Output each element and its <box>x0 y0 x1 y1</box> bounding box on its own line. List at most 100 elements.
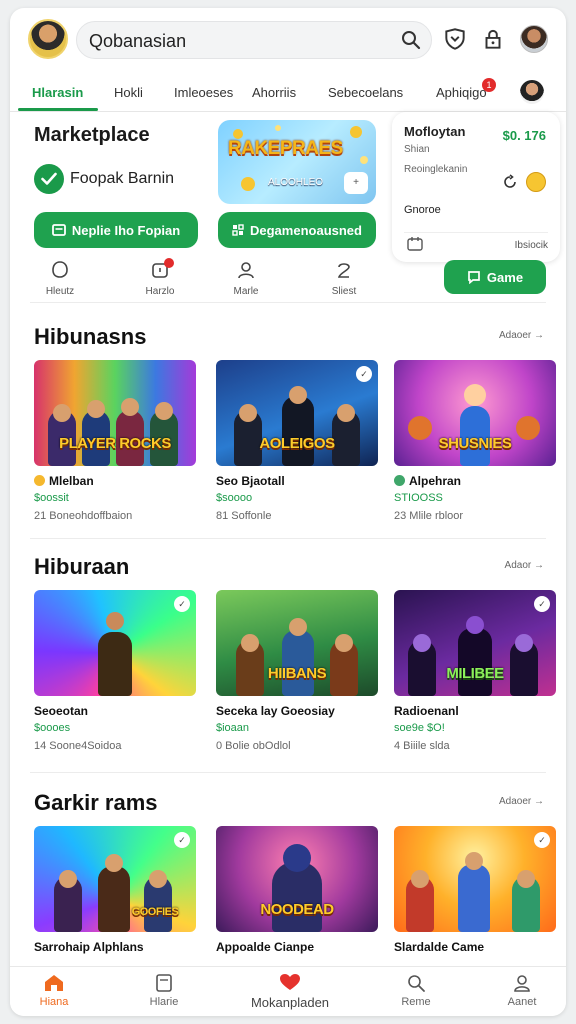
section-divider <box>30 302 546 303</box>
chat-icon <box>468 271 480 284</box>
category-tabs: Hlarasin Hokli Imleoeses Ahorriis Sebeco… <box>10 72 566 112</box>
game-card[interactable]: ✓ MILIBEE Radioenanl soe9e $O! 4 Biiile … <box>394 590 556 752</box>
emoji-icon <box>394 475 405 486</box>
section-divider <box>30 772 546 773</box>
wallet-line-3: Gnoroe <box>404 204 441 216</box>
quick-action-hleutz[interactable]: Hleutz <box>30 260 90 297</box>
promo-banner[interactable]: RAKEPRAES ALOOHLEO + <box>218 120 376 204</box>
nav-hlarie[interactable]: Hlarie <box>124 973 204 1008</box>
game-button[interactable]: Game <box>444 260 546 294</box>
nav-aanet[interactable]: Aanet <box>482 973 562 1008</box>
game-card[interactable]: ✓ Slardalde Came <box>394 826 556 954</box>
card-price: $ioaan <box>216 722 250 734</box>
quick-action-label: Marle <box>233 286 259 297</box>
card-title: Mlelban <box>34 474 196 488</box>
game-thumbnail: NOODEAD <box>216 826 378 932</box>
game-thumbnail: PLAYER ROCKS <box>34 360 196 466</box>
quick-action-label: Sliest <box>331 286 357 297</box>
secondary-action-label: Degamenoausned <box>250 222 362 238</box>
check-icon[interactable]: ✓ <box>534 832 550 848</box>
game-card[interactable]: NOODEAD Appoalde Cianpe <box>216 826 378 954</box>
tab-ahorriis[interactable]: Ahorriis <box>252 85 296 100</box>
tab-avatar[interactable] <box>520 80 544 104</box>
person-icon <box>238 262 254 279</box>
see-more-link[interactable]: Adaoer → <box>499 330 544 341</box>
check-icon[interactable] <box>34 164 64 194</box>
nav-reme[interactable]: Reme <box>376 973 456 1008</box>
card-meta: 4 Biiile slda <box>394 740 450 752</box>
two-icon <box>337 263 350 278</box>
wallet-right-label: Ibsiocik <box>514 240 548 251</box>
game-card[interactable]: ✓ GOOFIES Sarrohaip Alphlans <box>34 826 196 954</box>
check-label[interactable]: Foopak Barnin <box>70 170 174 188</box>
grid-icon <box>232 224 244 236</box>
marketplace-title: Marketplace <box>34 124 150 146</box>
active-tab-indicator <box>18 108 98 111</box>
primary-action-label: Neplie Iho Fopian <box>71 222 181 238</box>
wallet-card[interactable]: Mofloytan $0. 176 Shian Reoinglekanin Gn… <box>392 112 560 262</box>
card-icon <box>51 224 66 236</box>
top-bar: Qobanasian <box>10 8 566 72</box>
primary-action-button[interactable]: Neplie Iho Fopian <box>34 212 198 248</box>
tab-hokli[interactable]: Hokli <box>114 85 143 100</box>
quick-action-harzlo[interactable]: Harzlo <box>130 258 190 297</box>
nav-home[interactable]: Hiana <box>14 973 94 1008</box>
coin-icon <box>526 172 546 192</box>
see-more-link[interactable]: Adaoer → <box>499 796 544 807</box>
secondary-action-button[interactable]: Degamenoausned <box>218 212 376 248</box>
section-divider <box>30 538 546 539</box>
refresh-icon[interactable] <box>502 174 518 190</box>
card-meta: 81 Soffonle <box>216 510 272 522</box>
section-title: Hibunasns <box>34 324 147 349</box>
profile-avatar[interactable] <box>520 25 548 53</box>
game-card[interactable]: HIIBANS Seceka lay Goeosiay $ioaan 0 Bol… <box>216 590 378 752</box>
calendar-icon[interactable] <box>406 236 424 252</box>
card-price: STIOOSS <box>394 492 443 504</box>
game-card[interactable]: ✓ Seoeotan $oooes 14 Soone4Soidoa <box>34 590 196 752</box>
nav-label: Hlarie <box>149 996 179 1008</box>
check-icon[interactable]: ✓ <box>174 832 190 848</box>
search-input[interactable]: Qobanasian <box>89 31 186 52</box>
tab-sebecoelans[interactable]: Sebecoelans <box>328 85 403 100</box>
lock-icon[interactable] <box>480 26 506 52</box>
card-title: Alpehran <box>394 474 556 488</box>
quick-action-label: Hleutz <box>45 286 75 297</box>
search-icon[interactable] <box>399 28 423 52</box>
avatar[interactable] <box>28 19 68 59</box>
game-card[interactable]: SHUSNIES Alpehran STIOOSS 23 Mlile rbloo… <box>394 360 556 522</box>
quick-action-sliest[interactable]: Sliest <box>314 260 374 297</box>
wallet-line-2: Reoinglekanin <box>404 164 468 175</box>
check-icon[interactable]: ✓ <box>174 596 190 612</box>
card-title: Sarrohaip Alphlans <box>34 940 144 954</box>
thumbnail-title: SHUSNIES <box>438 435 512 452</box>
profile-icon <box>514 975 530 992</box>
check-icon[interactable]: ✓ <box>356 366 372 382</box>
game-card[interactable]: PLAYER ROCKS Mlelban $oossit 21 Boneohdo… <box>34 360 196 522</box>
tab-aphiqigo[interactable]: Aphiqigo <box>436 85 487 100</box>
heart-icon <box>280 974 300 990</box>
game-card[interactable]: ✓ AOLEIGOS Seo Bjaotall $soooo 81 Soffon… <box>216 360 378 522</box>
search-icon <box>408 975 425 992</box>
game-thumbnail: ✓ AOLEIGOS <box>216 360 378 466</box>
game-thumbnail: HIIBANS <box>216 590 378 696</box>
promo-subtitle: ALOOHLEO <box>268 177 324 188</box>
check-icon[interactable]: ✓ <box>534 596 550 612</box>
see-more-link[interactable]: Adaor → <box>505 560 544 571</box>
game-thumbnail: ✓ GOOFIES <box>34 826 196 932</box>
quick-action-label: Harzlo <box>145 286 175 297</box>
notification-badge: 1 <box>482 78 496 92</box>
shield-icon[interactable] <box>442 26 468 52</box>
tab-hlarasin[interactable]: Hlarasin <box>32 85 83 100</box>
bottom-nav: Hiana Hlarie Mokanpladen Reme Aanet <box>10 966 566 1016</box>
wallet-divider <box>404 232 548 233</box>
nav-mokanpladen[interactable]: Mokanpladen <box>240 973 340 1010</box>
card-title: Seceka lay Goeosiay <box>216 704 335 718</box>
nav-label: Aanet <box>507 996 537 1008</box>
search-bar[interactable]: Qobanasian <box>76 21 432 59</box>
game-thumbnail: ✓ <box>34 590 196 696</box>
promo-add-button[interactable]: + <box>344 172 368 194</box>
card-price: $oooes <box>34 722 71 734</box>
wallet-name: Mofloytan <box>404 124 466 139</box>
tab-imleoeses[interactable]: Imleoeses <box>174 85 233 100</box>
quick-action-marle[interactable]: Marle <box>216 260 276 297</box>
